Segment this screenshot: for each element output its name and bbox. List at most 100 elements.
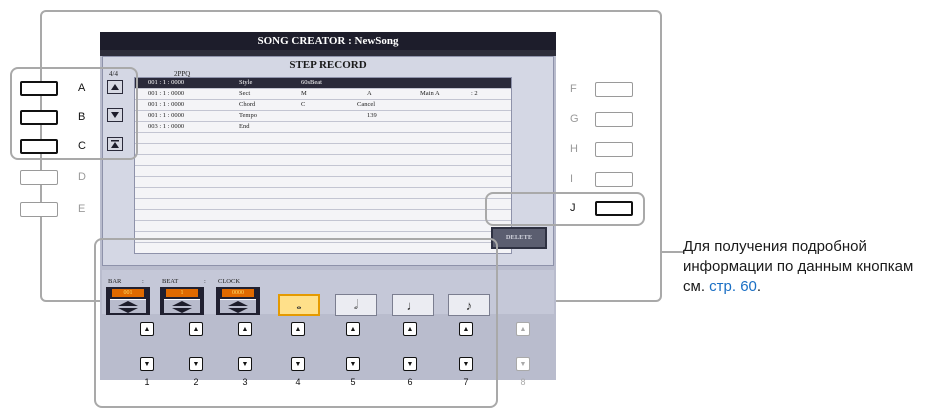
up-button-3[interactable]: ▲ — [238, 322, 252, 336]
up-button-7[interactable]: ▲ — [459, 322, 473, 336]
event-row-empty — [135, 177, 511, 188]
triangle-down-icon: ▼ — [406, 360, 414, 368]
event-row[interactable]: 003 : 1 : 0000 End — [135, 122, 511, 133]
button-number-1: 1 — [144, 377, 150, 387]
event-type: Style — [239, 79, 253, 86]
side-label-e: E — [78, 203, 86, 215]
event-row-empty — [135, 155, 511, 166]
triangle-up-icon: ▲ — [406, 325, 414, 333]
side-button-e[interactable] — [20, 202, 58, 217]
side-button-a[interactable] — [20, 81, 58, 96]
triangle-up-icon: ▲ — [241, 325, 249, 333]
up-button-8[interactable]: ▲ — [516, 322, 530, 336]
event-value-2: Cancel — [357, 101, 376, 108]
triangle-down-icon: ▼ — [349, 360, 357, 368]
button-number-6: 6 — [407, 377, 413, 387]
down-button-5[interactable]: ▼ — [346, 357, 360, 371]
triangle-up-icon: ▲ — [192, 325, 200, 333]
event-position: 001 : 1 : 0000 — [148, 112, 185, 119]
panel-title: STEP RECORD — [289, 59, 367, 71]
down-button-1[interactable]: ▼ — [140, 357, 154, 371]
triangle-up-icon: ▲ — [462, 325, 470, 333]
button-number-4: 4 — [295, 377, 301, 387]
down-button-8[interactable]: ▼ — [516, 357, 530, 371]
button-number-2: 2 — [193, 377, 199, 387]
down-button-3[interactable]: ▼ — [238, 357, 252, 371]
button-number-5: 5 — [350, 377, 356, 387]
event-value-2: A — [367, 90, 372, 97]
event-row-empty — [135, 188, 511, 199]
triangle-up-icon: ▲ — [143, 325, 151, 333]
event-value-4: : 2 — [471, 90, 478, 97]
triangle-down-icon: ▼ — [294, 360, 302, 368]
side-label-a: A — [78, 82, 86, 94]
description-tail: . — [756, 278, 762, 295]
step-record-panel: STEP RECORD 4/4 2PPQ 001 : 1 : 0000 Styl… — [102, 56, 554, 266]
event-row-empty — [135, 144, 511, 155]
triangle-down-icon: ▼ — [519, 360, 527, 368]
down-button-6[interactable]: ▼ — [403, 357, 417, 371]
description-text: Для получения подробной информации по да… — [683, 237, 928, 297]
side-label-j: J — [570, 202, 576, 214]
button-number-3: 3 — [242, 377, 248, 387]
side-button-b[interactable] — [20, 110, 58, 125]
side-button-h[interactable] — [595, 142, 633, 157]
side-button-f[interactable] — [595, 82, 633, 97]
side-label-h: H — [570, 143, 578, 155]
up-button-4[interactable]: ▲ — [291, 322, 305, 336]
up-button-6[interactable]: ▲ — [403, 322, 417, 336]
side-button-g[interactable] — [595, 112, 633, 127]
up-button-1[interactable]: ▲ — [140, 322, 154, 336]
triangle-up-icon: ▲ — [349, 325, 357, 333]
button-number-7: 7 — [463, 377, 469, 387]
event-value-1: M — [301, 90, 307, 97]
page-reference-link[interactable]: стр. 60 — [709, 278, 757, 295]
down-button-7[interactable]: ▼ — [459, 357, 473, 371]
event-row[interactable]: 001 : 1 : 0000 Chord C Cancel — [135, 100, 511, 111]
event-type: End — [239, 123, 250, 130]
triangle-down-icon: ▼ — [143, 360, 151, 368]
event-position: 001 : 1 : 0000 — [148, 90, 185, 97]
event-type: Sect — [239, 90, 251, 97]
event-value-1: 60sBeat — [301, 79, 322, 86]
down-button-4[interactable]: ▼ — [291, 357, 305, 371]
event-position: 001 : 1 : 0000 — [148, 79, 185, 86]
event-row[interactable]: 001 : 1 : 0000 Tempo 139 — [135, 111, 511, 122]
event-value-1: C — [301, 101, 306, 108]
event-row-empty — [135, 210, 511, 221]
side-button-i[interactable] — [595, 172, 633, 187]
delete-button[interactable]: DELETE — [491, 227, 547, 249]
event-row-empty — [135, 221, 511, 232]
side-label-i: I — [570, 173, 574, 185]
triangle-down-icon: ▼ — [192, 360, 200, 368]
event-value-2: 139 — [367, 112, 377, 119]
screen-title: SONG CREATOR : NewSong — [100, 32, 556, 50]
event-row-empty — [135, 199, 511, 210]
event-position: 003 : 1 : 0000 — [148, 123, 185, 130]
side-label-f: F — [570, 83, 577, 95]
up-button-5[interactable]: ▲ — [346, 322, 360, 336]
event-list[interactable]: 001 : 1 : 0000 Style 60sBeat 001 : 1 : 0… — [134, 77, 512, 254]
event-position: 001 : 1 : 0000 — [148, 101, 185, 108]
event-type: Chord — [239, 101, 256, 108]
event-row-empty — [135, 133, 511, 144]
event-type: Tempo — [239, 112, 257, 119]
side-button-j[interactable] — [595, 201, 633, 216]
button-number-8: 8 — [520, 377, 526, 387]
triangle-down-icon: ▼ — [462, 360, 470, 368]
triangle-down-icon: ▼ — [241, 360, 249, 368]
event-row[interactable]: 001 : 1 : 0000 Style 60sBeat — [135, 78, 511, 89]
triangle-up-icon: ▲ — [519, 325, 527, 333]
side-label-d: D — [78, 171, 86, 183]
side-label-c: C — [78, 140, 86, 152]
up-button-2[interactable]: ▲ — [189, 322, 203, 336]
side-label-b: B — [78, 111, 86, 123]
event-row[interactable]: 001 : 1 : 0000 Sect M A Main A : 2 — [135, 89, 511, 100]
triangle-up-icon: ▲ — [294, 325, 302, 333]
side-label-g: G — [570, 113, 579, 125]
event-row-empty — [135, 166, 511, 177]
side-button-d[interactable] — [20, 170, 58, 185]
side-button-c[interactable] — [20, 139, 58, 154]
event-value-3: Main A — [420, 90, 440, 97]
down-button-2[interactable]: ▼ — [189, 357, 203, 371]
